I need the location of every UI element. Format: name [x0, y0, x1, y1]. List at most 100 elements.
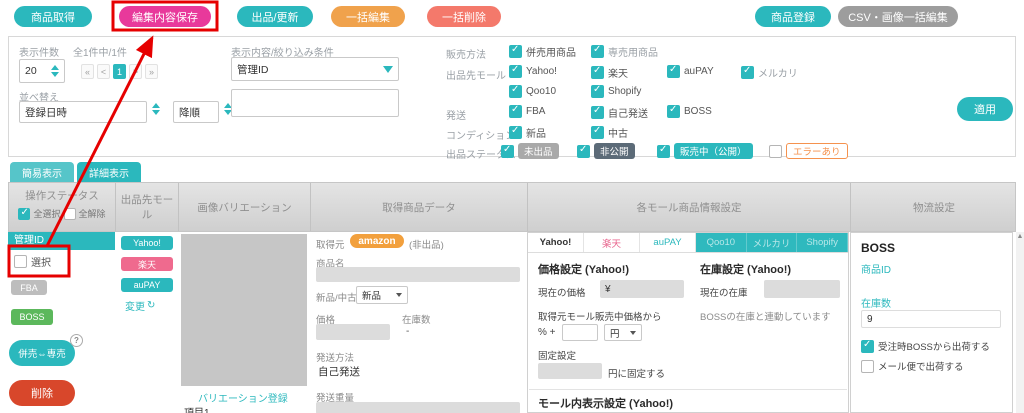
yen-unit-select[interactable]: 円	[604, 324, 642, 341]
chevron-down-icon	[383, 66, 393, 73]
tab-rakuten[interactable]: 楽天	[584, 233, 640, 252]
filter-option-heibai[interactable]: 併売用商品	[509, 44, 576, 59]
checkbox-checked-icon[interactable]	[591, 126, 604, 139]
filter-option-qoo10[interactable]: Qoo10	[509, 85, 556, 98]
toggle-sales-mode-button[interactable]: 併売⇔専売	[9, 340, 75, 366]
select-all-checkbox[interactable]	[18, 208, 30, 220]
scroll-up-icon[interactable]: ▲	[1016, 232, 1024, 241]
logistics-stock-label: 在庫数	[861, 295, 891, 310]
per-page-spinner[interactable]	[51, 65, 59, 77]
row-select-label: 選択	[31, 254, 51, 269]
row-select-checkbox[interactable]	[14, 255, 27, 268]
checkbox-checked-icon[interactable]	[509, 65, 522, 78]
tab-detail-view[interactable]: 詳細表示	[77, 162, 141, 182]
pagination-current-page[interactable]: 1	[113, 64, 126, 79]
spinner-down-icon[interactable]	[152, 110, 160, 115]
condition-select[interactable]: 新品	[356, 286, 408, 304]
variation-register-link[interactable]: バリエーション登録	[198, 390, 288, 405]
pagination-next[interactable]: >	[129, 64, 142, 79]
filter-option-aupay[interactable]: auPAY	[667, 65, 714, 78]
checkbox-checked-icon[interactable]	[501, 145, 514, 158]
filter-status-unlisted[interactable]: 未出品	[501, 143, 559, 159]
header-label: 出品先モール	[116, 192, 178, 222]
filter-option-used[interactable]: 中古	[591, 125, 628, 140]
publish-update-button[interactable]: 出品/更新	[237, 6, 313, 27]
checkbox-checked-icon[interactable]	[667, 105, 680, 118]
filter-search-input[interactable]	[231, 89, 399, 117]
filter-status-error[interactable]: エラーあり	[769, 143, 848, 159]
checkbox-checked-icon[interactable]	[509, 45, 522, 58]
status-badge: 未出品	[518, 143, 559, 159]
filter-option-boss[interactable]: BOSS	[667, 105, 712, 118]
tab-simple-view[interactable]: 簡易表示	[10, 162, 74, 182]
checkbox-checked-icon[interactable]	[591, 85, 604, 98]
checkbox-checked-icon[interactable]	[861, 340, 874, 353]
checkbox-checked-icon[interactable]	[741, 66, 754, 79]
spinner-up-icon[interactable]	[152, 103, 160, 108]
filter-status-selling[interactable]: 販売中（公開）	[657, 143, 753, 159]
checkbox-checked-icon[interactable]	[577, 145, 590, 158]
filter-option-fba[interactable]: FBA	[509, 105, 545, 118]
checkbox-checked-icon[interactable]	[591, 106, 604, 119]
tab-shopify: Shopify	[797, 233, 848, 252]
filter-option-rakuten[interactable]: 楽天	[591, 65, 628, 80]
field-select[interactable]: 管理ID	[231, 57, 399, 81]
help-icon[interactable]: ?	[70, 334, 83, 347]
pagination-prev[interactable]: <	[97, 64, 110, 79]
checkbox-checked-icon[interactable]	[591, 66, 604, 79]
sort-order-select[interactable]: 降順	[173, 101, 219, 123]
tab-mercari: メルカリ	[747, 233, 798, 252]
pagination-first[interactable]: «	[81, 64, 94, 79]
checkbox-unchecked-icon[interactable]	[861, 360, 874, 373]
percent-input[interactable]	[562, 324, 598, 341]
checkbox-checked-icon[interactable]	[509, 85, 522, 98]
option-label: メール便で出荷する	[878, 359, 964, 373]
option-label: 新品	[526, 125, 546, 140]
field-select-value: 管理ID	[237, 62, 269, 77]
spinner-down-icon[interactable]	[51, 72, 59, 77]
filter-option-new[interactable]: 新品	[509, 125, 546, 140]
apply-button[interactable]: 適用	[957, 97, 1013, 121]
filter-option-senbai[interactable]: 専売用商品	[591, 44, 658, 59]
pagination-last[interactable]: »	[145, 64, 158, 79]
filter-option-mercari[interactable]: メルカリ	[741, 65, 798, 80]
fetch-products-button[interactable]: 商品取得	[14, 6, 92, 27]
header-label: 操作ステータス	[9, 188, 115, 203]
filter-option-yahoo[interactable]: Yahoo!	[509, 65, 557, 78]
checkbox-checked-icon[interactable]	[667, 65, 680, 78]
checkbox-checked-icon[interactable]	[657, 145, 670, 158]
deselect-all-checkbox[interactable]	[64, 208, 76, 220]
checkbox-unchecked-icon[interactable]	[769, 145, 782, 158]
tab-yahoo[interactable]: Yahoo!	[528, 233, 584, 252]
boss-ship-option[interactable]: 受注時BOSSから出荷する	[861, 339, 990, 353]
mail-ship-option[interactable]: メール便で出荷する	[861, 359, 964, 373]
header-malls: 出品先モール	[116, 183, 179, 231]
row-select[interactable]: 選択	[14, 254, 51, 269]
filter-option-self-ship[interactable]: 自己発送	[591, 105, 648, 120]
cell-image-variation: バリエーション登録 項目1	[178, 232, 310, 413]
bulk-edit-button[interactable]: 一括編集	[331, 6, 405, 27]
delete-button[interactable]: 削除	[9, 380, 75, 406]
logistics-stock-input[interactable]: 9	[861, 310, 1001, 328]
checkbox-checked-icon[interactable]	[509, 126, 522, 139]
header-logistics: 物流設定	[851, 183, 1017, 231]
checkbox-checked-icon[interactable]	[509, 105, 522, 118]
table-row: 管理ID 選択 FBA BOSS 併売⇔専売 ? 削除 Yahoo! 楽天 au…	[8, 232, 1016, 413]
change-malls-link[interactable]: 変更 ↻	[125, 298, 155, 313]
checkbox-checked-icon[interactable]	[591, 45, 604, 58]
bulk-delete-button[interactable]: 一括削除	[427, 6, 501, 27]
sort-field-select[interactable]: 登録日時	[19, 101, 147, 123]
price-input	[316, 324, 390, 340]
csv-image-bulk-edit-button[interactable]: CSV・画像一括編集	[838, 6, 958, 27]
tab-aupay[interactable]: auPAY	[640, 233, 696, 252]
per-page-select[interactable]: 20	[19, 59, 65, 83]
filter-option-shopify[interactable]: Shopify	[591, 85, 641, 98]
register-product-button[interactable]: 商品登録	[755, 6, 831, 27]
total-count-text: 全1件中/1件	[73, 44, 127, 59]
save-edits-button[interactable]: 編集内容保存	[119, 6, 211, 27]
spinner-up-icon[interactable]	[51, 65, 59, 70]
sort-field-spinner[interactable]	[152, 103, 160, 115]
option-label: Qoo10	[526, 86, 556, 97]
scrollbar[interactable]: ▲	[1016, 232, 1024, 413]
filter-status-private[interactable]: 非公開	[577, 143, 635, 159]
